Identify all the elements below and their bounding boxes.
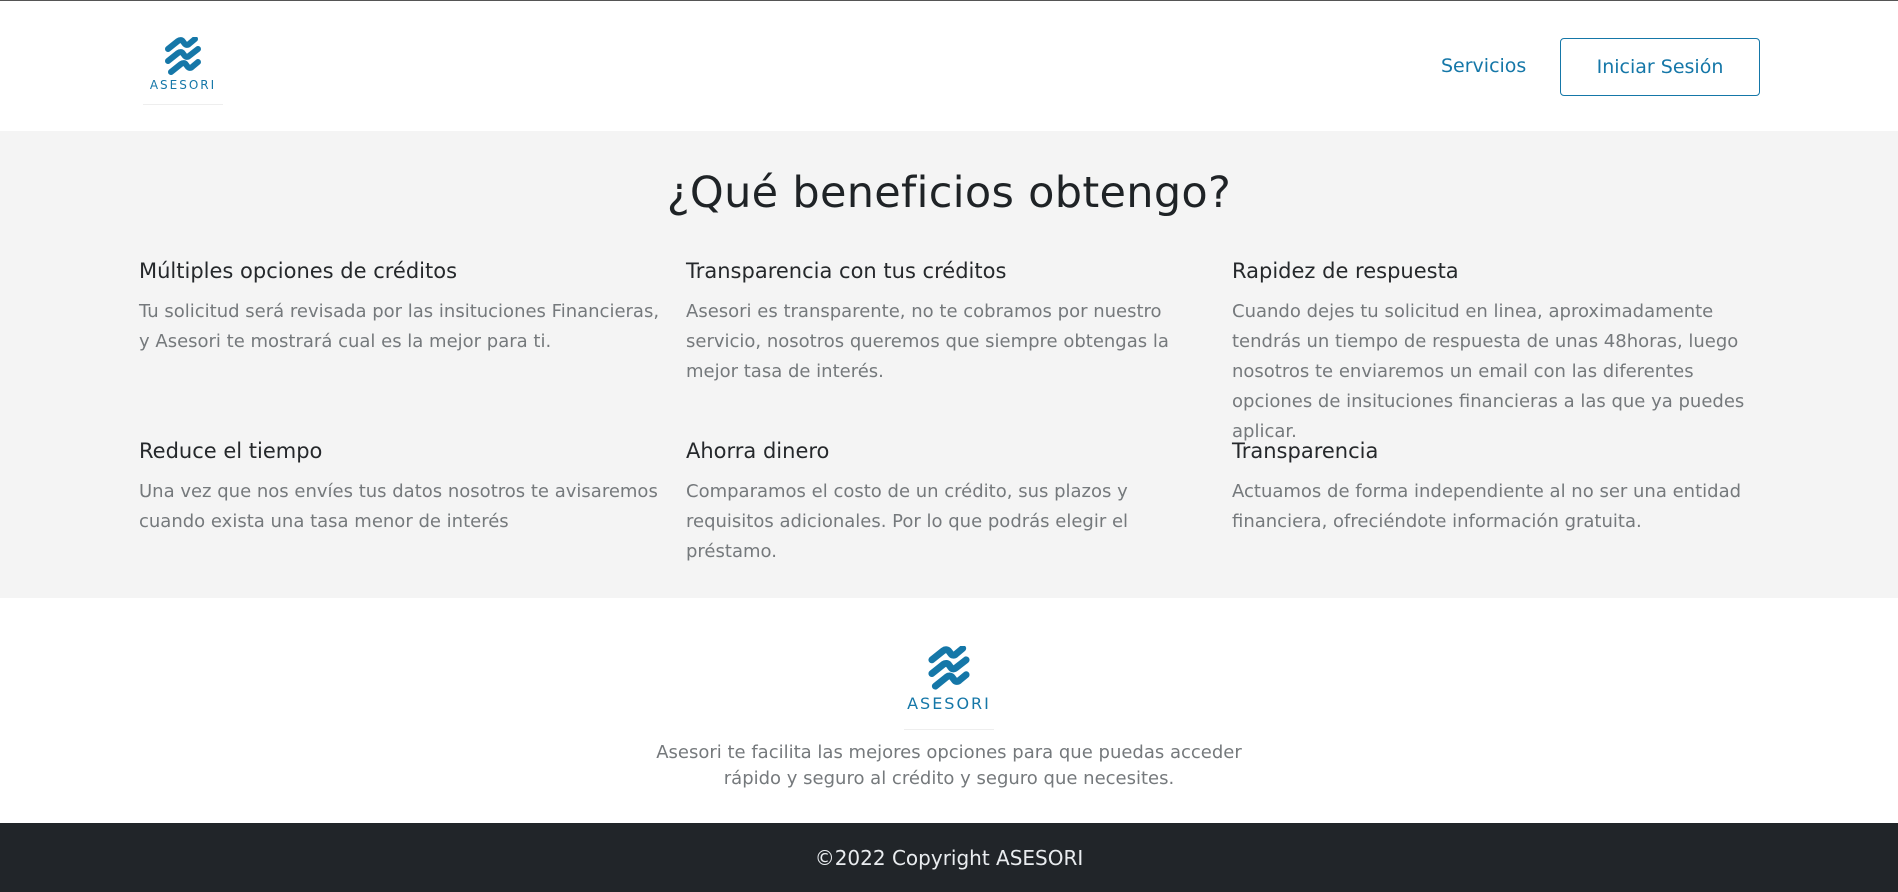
benefit-title: Ahorra dinero xyxy=(686,439,830,463)
benefit-text: Comparamos el costo de un crédito, sus p… xyxy=(686,481,1129,562)
logo-divider xyxy=(904,729,994,730)
benefit-text: Actuamos de forma independiente al no se… xyxy=(1232,481,1742,532)
benefit-text: Asesori es transparente, no te cobramos … xyxy=(686,301,1169,382)
benefit-card: Reduce el tiempo Una vez que nos envíes … xyxy=(139,439,669,537)
page: ASESORI Servicios Iniciar Sesión ¿Qué be… xyxy=(0,0,1898,892)
benefit-card: Rapidez de respuesta Cuando dejes tu sol… xyxy=(1232,259,1762,447)
benefit-title: Transparencia xyxy=(1232,439,1379,463)
benefit-text: Tu solicitud será revisada por las insit… xyxy=(139,301,660,352)
footer-description: Asesori te facilita las mejores opciones… xyxy=(656,742,1242,789)
benefit-card: Transparencia con tus créditos Asesori e… xyxy=(686,259,1216,387)
footer-brand-section: ASESORI Asesori te facilita las mejores … xyxy=(0,598,1898,823)
login-button[interactable]: Iniciar Sesión xyxy=(1560,38,1760,96)
footer-logo: ASESORI xyxy=(904,646,994,730)
nav-link-servicios[interactable]: Servicios xyxy=(1441,55,1526,77)
benefit-title: Reduce el tiempo xyxy=(139,439,323,463)
site-header: ASESORI Servicios Iniciar Sesión xyxy=(0,0,1898,131)
copyright-bar: ©2022 Copyright ASESORI xyxy=(0,823,1898,892)
waves-logo-icon xyxy=(928,646,970,690)
header-logo[interactable]: ASESORI xyxy=(140,37,226,105)
logo-wordmark: ASESORI xyxy=(907,694,991,713)
benefit-card: Múltiples opciones de créditos Tu solici… xyxy=(139,259,669,357)
benefit-title: Múltiples opciones de créditos xyxy=(139,259,458,283)
benefit-title: Transparencia con tus créditos xyxy=(686,259,1007,283)
benefit-text: Cuando dejes tu solicitud en linea, apro… xyxy=(1232,301,1745,442)
benefits-title: ¿Qué beneficios obtengo? xyxy=(666,168,1232,218)
benefits-section: ¿Qué beneficios obtengo? Múltiples opcio… xyxy=(0,131,1898,598)
logo-divider xyxy=(143,104,223,105)
benefit-card: Transparencia Actuamos de forma independ… xyxy=(1232,439,1762,537)
waves-logo-icon xyxy=(165,37,201,75)
benefit-title: Rapidez de respuesta xyxy=(1232,259,1459,283)
logo-wordmark: ASESORI xyxy=(149,78,217,92)
benefit-card: Ahorra dinero Comparamos el costo de un … xyxy=(686,439,1216,567)
benefit-text: Una vez que nos envíes tus datos nosotro… xyxy=(139,481,658,532)
copyright-text: ©2022 Copyright ASESORI xyxy=(814,845,1084,870)
